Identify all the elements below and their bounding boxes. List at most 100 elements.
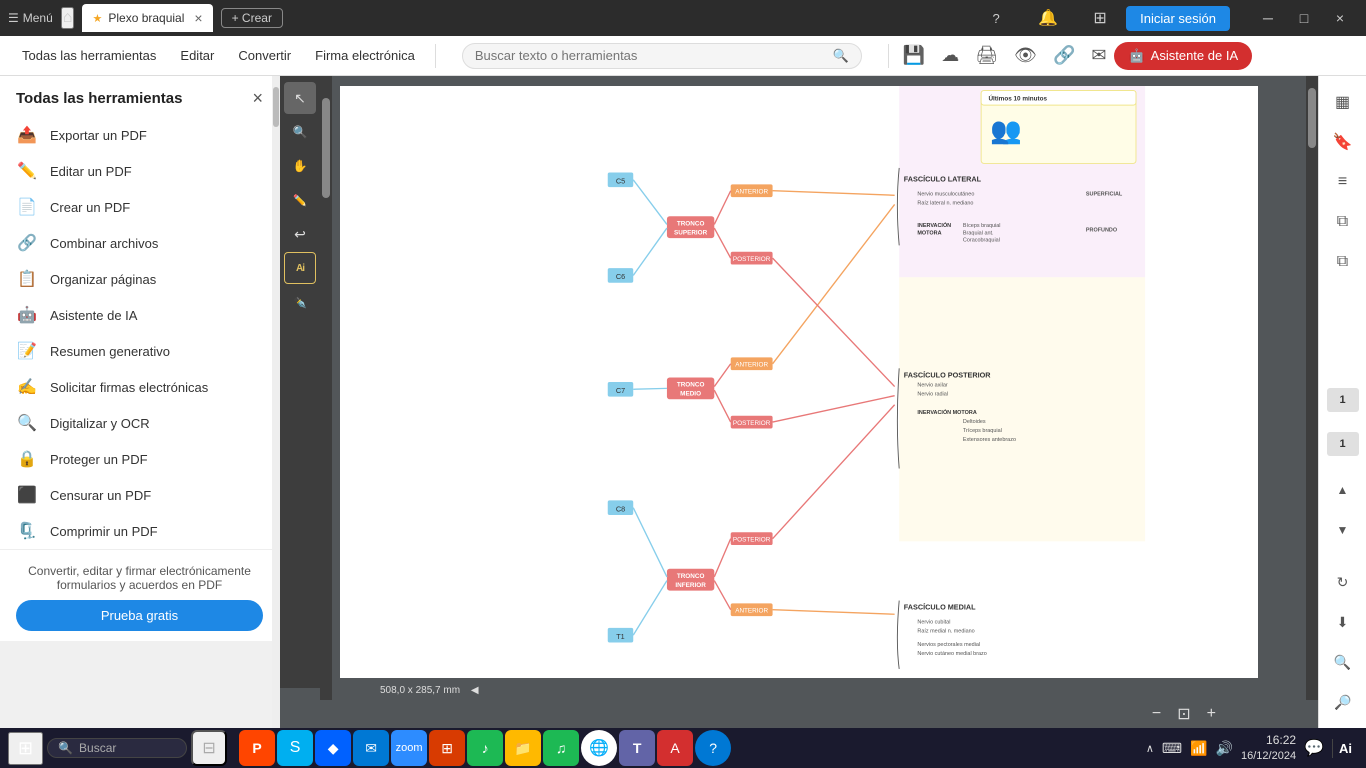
zoom-out-button[interactable]: − bbox=[1148, 705, 1165, 723]
ai-tool-button[interactable]: Ai bbox=[284, 252, 316, 284]
svg-text:FASCÍCULO LATERAL: FASCÍCULO LATERAL bbox=[904, 175, 982, 184]
editar-icon: ✏️ bbox=[16, 161, 38, 181]
search-icon: 🔍 bbox=[833, 48, 849, 64]
pdf-page: C5 C6 C7 C8 T1 TRONCO SUP bbox=[340, 86, 1258, 678]
thumbnail-panel-button[interactable]: ▦ bbox=[1325, 84, 1361, 120]
apps-button[interactable]: ⊞ bbox=[1082, 0, 1118, 36]
copy1-panel-button[interactable]: ⧉ bbox=[1325, 204, 1361, 240]
zoom-out-right-button[interactable]: 🔍 bbox=[1325, 684, 1361, 720]
sidebar-item-censurar[interactable]: ⬛ Censurar un PDF bbox=[0, 477, 279, 513]
save-icon-button[interactable]: 💾 bbox=[899, 41, 929, 70]
bookmark-panel-button[interactable]: 🔖 bbox=[1325, 124, 1361, 160]
new-tab-button[interactable]: + Crear bbox=[221, 8, 283, 28]
notification-center-icon[interactable]: 💬 bbox=[1304, 738, 1324, 758]
email-icon-button[interactable]: ✉ bbox=[1087, 41, 1110, 70]
taskbar-app-acrobat[interactable]: A bbox=[657, 730, 693, 766]
edit-tab[interactable]: Editar bbox=[170, 44, 224, 67]
select-tool-button[interactable]: ↖ bbox=[284, 82, 316, 114]
link-icon-button[interactable]: 🔗 bbox=[1049, 41, 1079, 70]
ai-icon: 🤖 bbox=[1128, 48, 1144, 64]
help-button[interactable]: ? bbox=[978, 0, 1014, 36]
taskbar-app-zoom[interactable]: zoom bbox=[391, 730, 427, 766]
sidebar-item-comprimir[interactable]: 🗜️ Comprimir un PDF bbox=[0, 513, 279, 549]
sidebar-item-label: Solicitar firmas electrónicas bbox=[50, 380, 208, 395]
maximize-button[interactable]: □ bbox=[1286, 0, 1322, 36]
sidebar-scrollbar[interactable] bbox=[272, 76, 280, 728]
sidebar-item-crear[interactable]: 📄 Crear un PDF bbox=[0, 189, 279, 225]
toolbar-icon-group: 💾 ☁ 🖨 👁 🔗 ✉ bbox=[899, 41, 1111, 70]
firmas-icon: ✍️ bbox=[16, 377, 38, 397]
sidebar-item-resumen[interactable]: 📝 Resumen generativo bbox=[0, 333, 279, 369]
taskbar-app-spotify1[interactable]: ♪ bbox=[467, 730, 503, 766]
sidebar-item-exportar[interactable]: 📤 Exportar un PDF bbox=[0, 117, 279, 153]
home-button[interactable]: ⌂ bbox=[61, 7, 75, 29]
organizar-icon: 📋 bbox=[16, 269, 38, 289]
task-view-button[interactable]: ⊟ bbox=[191, 730, 227, 766]
zoom-area: − ⊡ + bbox=[1148, 704, 1220, 724]
zoom-tool-button[interactable]: 🔍 bbox=[284, 116, 316, 148]
sidebar-item-ia[interactable]: 🤖 Asistente de IA bbox=[0, 297, 279, 333]
ai-taskbar-label[interactable]: Ai bbox=[1332, 739, 1358, 758]
titlebar: ☰ Menú ⌂ ★ Plexo braquial × + Crear ? 🔔 … bbox=[0, 0, 1366, 36]
firma-tab[interactable]: Firma electrónica bbox=[305, 44, 425, 67]
sidebar-item-combinar[interactable]: 🔗 Combinar archivos bbox=[0, 225, 279, 261]
sidebar-item-proteger[interactable]: 🔒 Proteger un PDF bbox=[0, 441, 279, 477]
minimize-button[interactable]: ─ bbox=[1250, 0, 1286, 36]
refresh-button[interactable]: ↻ bbox=[1325, 564, 1361, 600]
taskbar-app-chrome[interactable]: 🌐 bbox=[581, 730, 617, 766]
close-button[interactable]: × bbox=[1322, 0, 1358, 36]
sidebar-item-label: Digitalizar y OCR bbox=[50, 416, 150, 431]
fit-button[interactable]: ⊡ bbox=[1173, 704, 1194, 724]
menu-button[interactable]: ☰ Menú bbox=[8, 11, 53, 25]
taskbar-app-dropbox[interactable]: ◆ bbox=[315, 730, 351, 766]
taskbar-app-help[interactable]: ? bbox=[695, 730, 731, 766]
notification-button[interactable]: 🔔 bbox=[1030, 0, 1066, 36]
taskbar-app-ps[interactable]: P bbox=[239, 730, 275, 766]
iniciar-sesion-button[interactable]: Iniciar sesión bbox=[1126, 6, 1230, 31]
scroll-up-button[interactable]: ▲ bbox=[1325, 472, 1361, 508]
zoom-in-button[interactable]: + bbox=[1203, 705, 1220, 723]
sidebar-content: Todas las herramientas × 📤 Exportar un P… bbox=[0, 76, 280, 641]
taskbar-app-files[interactable]: 📁 bbox=[505, 730, 541, 766]
copy2-panel-button[interactable]: ⧉ bbox=[1325, 244, 1361, 280]
clock: 16:22 16/12/2024 bbox=[1241, 732, 1296, 764]
layers-panel-button[interactable]: ≡ bbox=[1325, 164, 1361, 200]
sidebar-item-organizar[interactable]: 📋 Organizar páginas bbox=[0, 261, 279, 297]
curve-tool-button[interactable]: ↩ bbox=[284, 218, 316, 250]
comprimir-icon: 🗜️ bbox=[16, 521, 38, 541]
start-button[interactable]: ⊞ bbox=[8, 732, 43, 765]
taskbar-app-spotify2[interactable]: ♫ bbox=[543, 730, 579, 766]
upload-icon-button[interactable]: ☁ bbox=[937, 41, 963, 70]
sign-tool-button[interactable]: ✒️ bbox=[284, 286, 316, 318]
reader-icon-button[interactable]: 👁 bbox=[1010, 41, 1041, 70]
taskbar-search[interactable]: 🔍 Buscar bbox=[47, 738, 187, 758]
ai-assistant-button[interactable]: 🤖 Asistente de IA bbox=[1114, 42, 1252, 70]
tab-close-button[interactable]: × bbox=[194, 10, 202, 26]
search-area[interactable]: 🔍 bbox=[462, 43, 862, 69]
all-tools-tab[interactable]: Todas las herramientas bbox=[12, 44, 166, 67]
sidebar-item-firmas[interactable]: ✍️ Solicitar firmas electrónicas bbox=[0, 369, 279, 405]
sidebar-item-ocr[interactable]: 🔍 Digitalizar y OCR bbox=[0, 405, 279, 441]
page-number-2: 1 bbox=[1327, 432, 1359, 456]
scroll-down-button[interactable]: ▼ bbox=[1325, 512, 1361, 548]
search-input[interactable] bbox=[475, 48, 827, 63]
zoom-in-right-button[interactable]: 🔍 bbox=[1325, 644, 1361, 680]
taskbar-app-ms365[interactable]: ⊞ bbox=[429, 730, 465, 766]
print-icon-button[interactable]: 🖨 bbox=[971, 41, 1002, 70]
sidebar-close-button[interactable]: × bbox=[252, 88, 263, 109]
svg-text:C5: C5 bbox=[616, 176, 625, 185]
pdf-right-scrollbar[interactable] bbox=[1306, 76, 1318, 700]
taskbar-app-teams[interactable]: T bbox=[619, 730, 655, 766]
taskbar-app-mail[interactable]: ✉ bbox=[353, 730, 389, 766]
taskbar-search-icon: 🔍 bbox=[58, 741, 73, 755]
sidebar-item-editar[interactable]: ✏️ Editar un PDF bbox=[0, 153, 279, 189]
prueba-gratis-button[interactable]: Prueba gratis bbox=[16, 600, 263, 631]
svg-text:Raíz lateral n. mediano: Raíz lateral n. mediano bbox=[917, 200, 973, 206]
hand-tool-button[interactable]: ✋ bbox=[284, 150, 316, 182]
active-tab[interactable]: ★ Plexo braquial × bbox=[82, 4, 212, 32]
pdf-scrollbar[interactable] bbox=[320, 76, 332, 700]
pen-tool-button[interactable]: ✏️ bbox=[284, 184, 316, 216]
taskbar-app-skype[interactable]: S bbox=[277, 730, 313, 766]
convert-tab[interactable]: Convertir bbox=[228, 44, 301, 67]
download-button[interactable]: ⬇ bbox=[1325, 604, 1361, 640]
